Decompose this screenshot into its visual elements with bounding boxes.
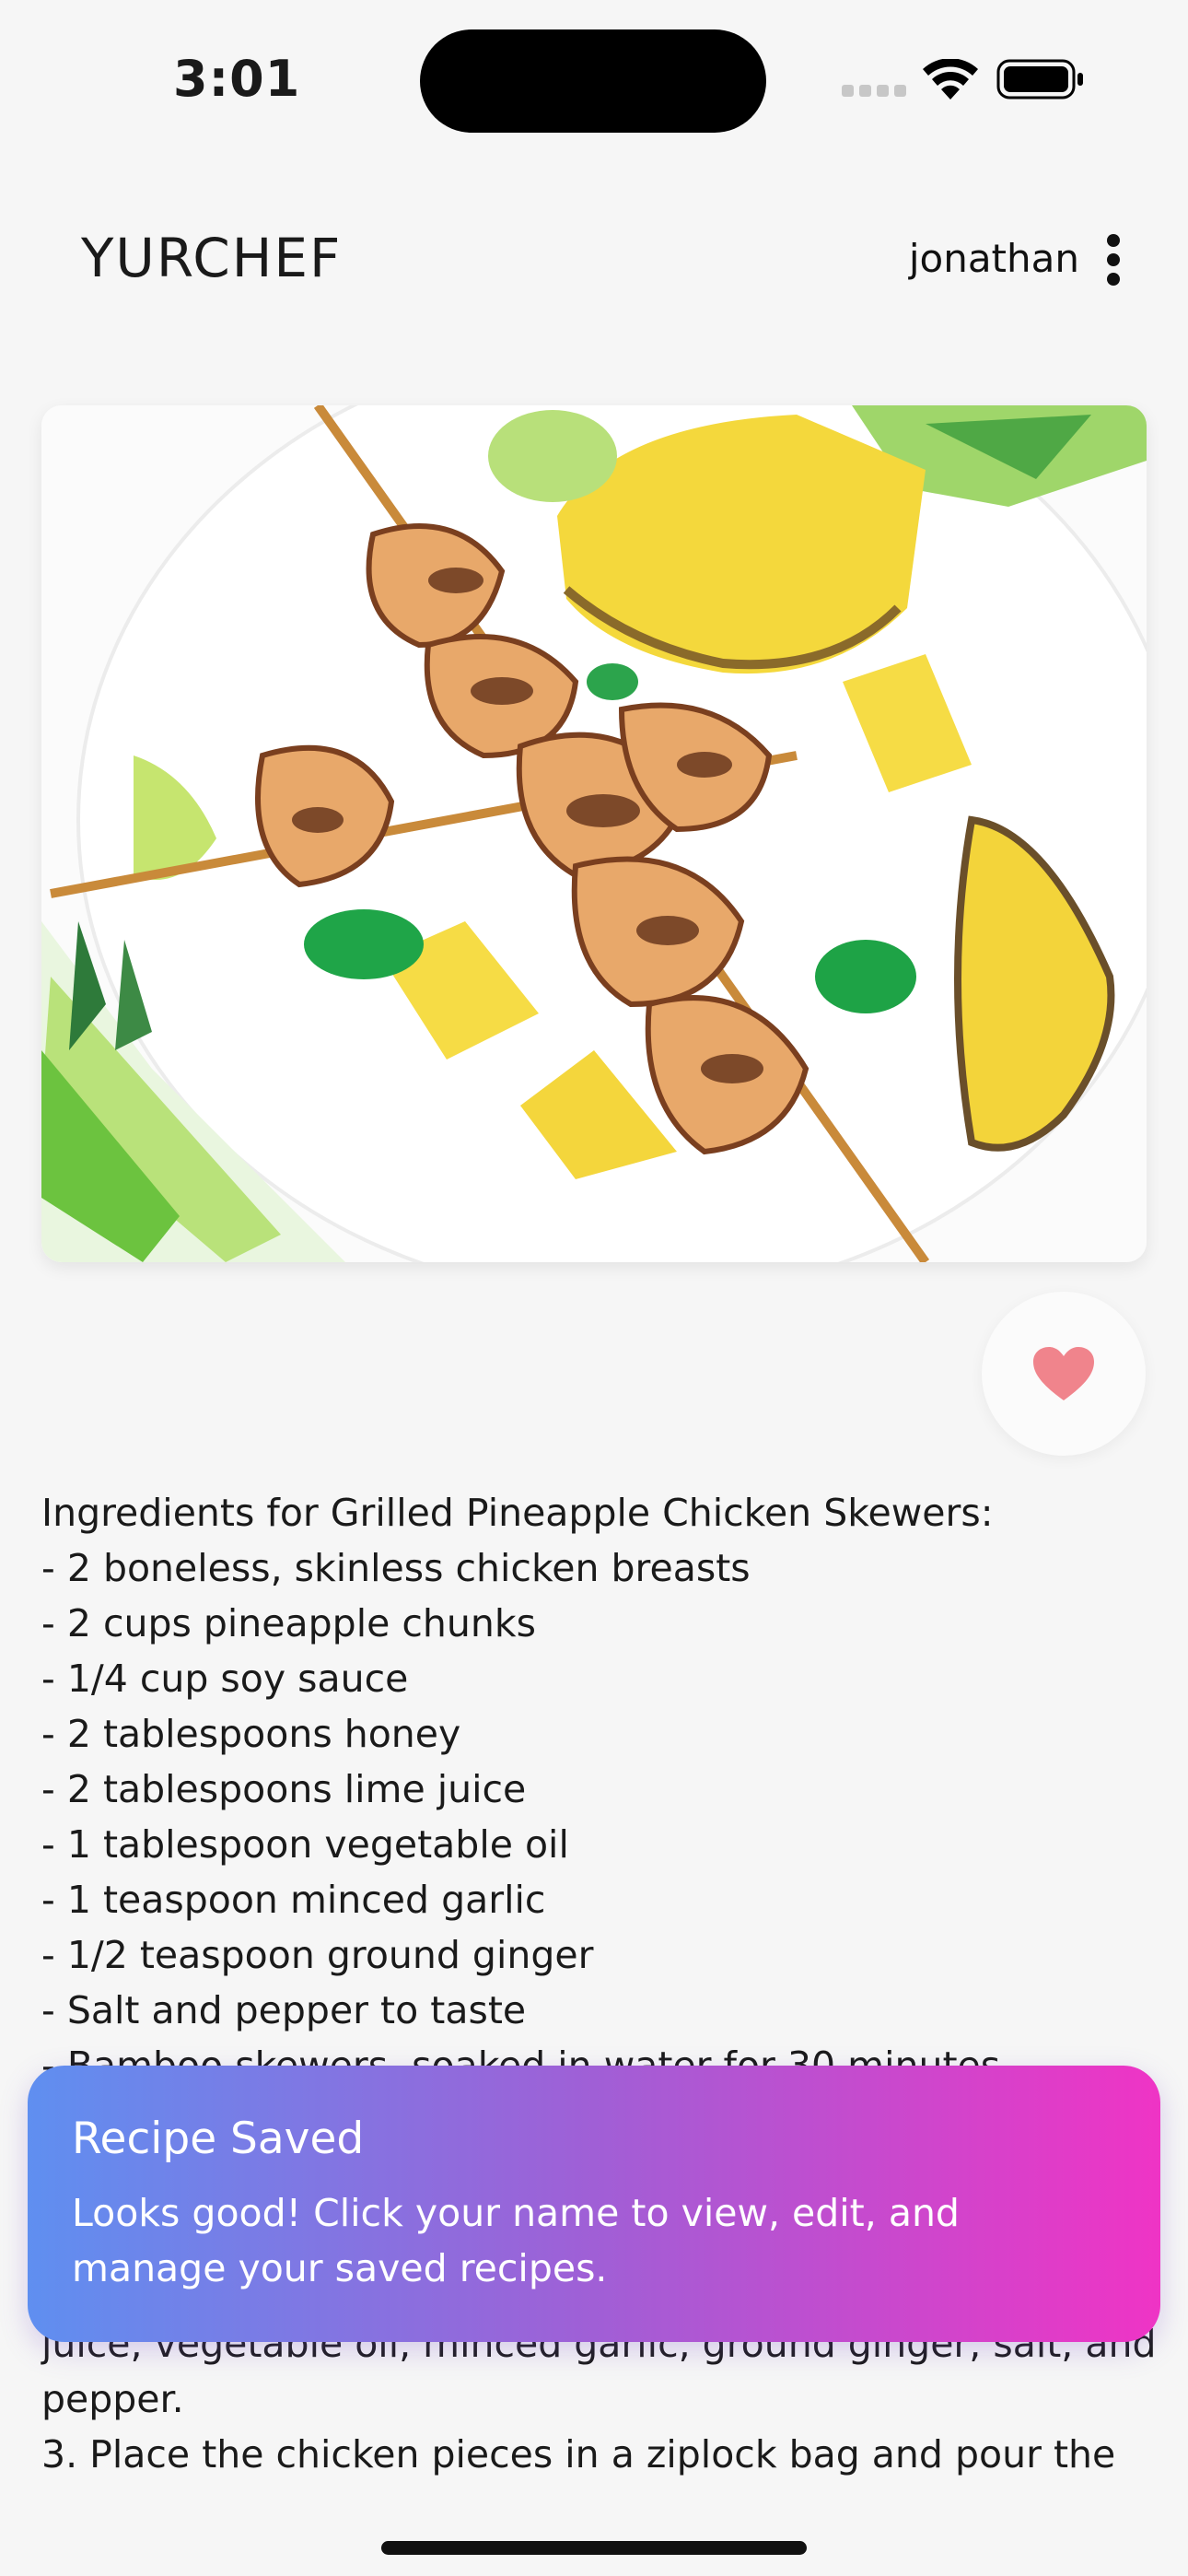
toast-title: Recipe Saved: [72, 2113, 365, 2164]
recipe-line: - 1/2 teaspoon ground ginger: [41, 1933, 594, 1977]
recipe-line: - 2 tablespoons honey: [41, 1712, 461, 1756]
app-logo[interactable]: YURCHEF: [81, 227, 342, 289]
recipe-line: Ingredients for Grilled Pineapple Chicke…: [41, 1491, 994, 1535]
heart-icon: [1033, 1347, 1094, 1400]
status-time: 3:01: [173, 50, 301, 108]
recipe-saved-toast[interactable]: Recipe Saved Looks good! Click your name…: [28, 2066, 1160, 2342]
status-bar: 3:01: [0, 0, 1188, 157]
recipe-line: - 1 teaspoon minced garlic: [41, 1878, 546, 1922]
dynamic-island: [420, 29, 766, 133]
recipe-photo: [41, 405, 1147, 1262]
toast-message: Looks good! Click your name to view, edi…: [72, 2191, 960, 2290]
recipe-line: - 1 tablespoon vegetable oil: [41, 1822, 569, 1867]
recipe-text: Ingredients for Grilled Pineapple Chicke…: [41, 1485, 1147, 2093]
app-header: YURCHEF jonathan: [0, 212, 1188, 304]
recipe-line: - 2 boneless, skinless chicken breasts: [41, 1546, 751, 1590]
recipe-line: 3. Place the chicken pieces in a ziplock…: [41, 2432, 1116, 2476]
battery-icon: [996, 59, 1083, 100]
recipe-line: - 1/4 cup soy sauce: [41, 1657, 409, 1701]
wifi-icon: [923, 59, 978, 100]
home-indicator[interactable]: [381, 2541, 807, 2555]
recipe-line: pepper.: [41, 2377, 184, 2421]
recipe-line: - 2 tablespoons lime juice: [41, 1767, 527, 1811]
recipe-line: - 2 cups pineapple chunks: [41, 1601, 536, 1645]
more-vertical-icon[interactable]: [1100, 234, 1127, 286]
username-link[interactable]: jonathan: [909, 236, 1079, 281]
cellular-signal-icon: [842, 85, 906, 98]
favorite-button[interactable]: [982, 1292, 1146, 1456]
recipe-line: - Salt and pepper to taste: [41, 1988, 527, 2032]
